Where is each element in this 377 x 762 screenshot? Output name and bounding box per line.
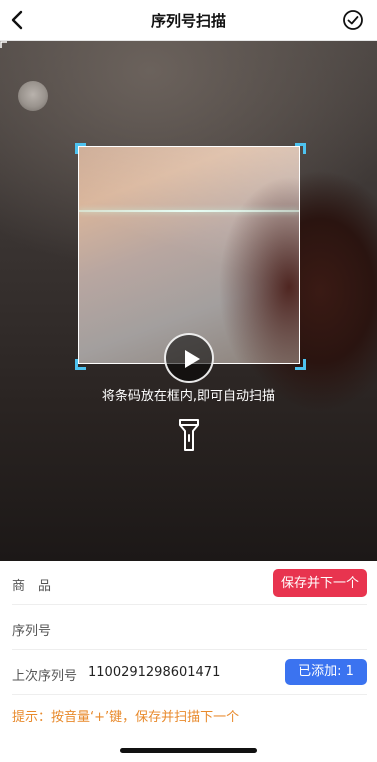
navigation-bar: 序列号扫描 bbox=[0, 0, 377, 41]
serial-label: 序列号 bbox=[12, 624, 52, 639]
camera-feed bbox=[79, 147, 299, 363]
serial-row[interactable]: 序列号 bbox=[12, 606, 367, 650]
last-serial-label: 上次序列号 bbox=[12, 669, 78, 684]
last-serial-row: 上次序列号 1100291298601471 已添加: 1 bbox=[12, 651, 367, 695]
scan-hint: 将条码放在框内,即可自动扫描 bbox=[101, 389, 276, 404]
check-circle-icon[interactable] bbox=[341, 8, 365, 32]
corner-indicator-icon bbox=[0, 41, 7, 48]
save-and-next-button[interactable]: 保存并下一个 bbox=[272, 569, 367, 597]
page-title: 序列号扫描 bbox=[150, 12, 226, 30]
camera-preview: 将条码放在框内,即可自动扫描 bbox=[0, 41, 377, 561]
scan-frame bbox=[78, 146, 300, 364]
scan-frame-corner-bottom-left bbox=[75, 359, 86, 370]
play-button[interactable] bbox=[164, 333, 214, 383]
floating-assistive-button[interactable] bbox=[18, 81, 48, 111]
product-row: 商 品 保存并下一个 bbox=[12, 561, 367, 605]
play-icon bbox=[185, 350, 200, 368]
tip-text: 提示：按音量‘+’键，保存并扫描下一个 bbox=[12, 710, 240, 725]
scan-frame-corner-top-right bbox=[295, 143, 306, 154]
scan-frame-corner-bottom-right bbox=[295, 359, 306, 370]
last-serial-value: 1100291298601471 bbox=[88, 665, 221, 680]
flashlight-icon[interactable] bbox=[177, 418, 201, 452]
home-indicator bbox=[120, 748, 257, 753]
product-label: 商 品 bbox=[12, 579, 52, 594]
added-count-badge[interactable]: 已添加: 1 bbox=[285, 659, 367, 685]
scan-line bbox=[79, 210, 299, 212]
scan-frame-corner-top-left bbox=[75, 143, 86, 154]
